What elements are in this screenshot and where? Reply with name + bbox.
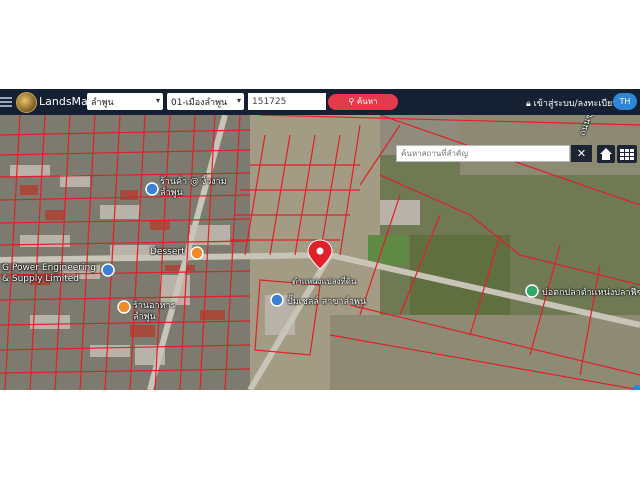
- menu-icon[interactable]: [0, 95, 12, 109]
- home-icon[interactable]: [597, 145, 615, 163]
- page-background: LandsMaps ลำพูน ▾ 01-เมืองลำพูน ▾ ⚲ ค้นห…: [0, 0, 640, 480]
- place-search-input[interactable]: [396, 145, 570, 162]
- lock-icon: 🔒︎: [526, 99, 531, 109]
- poi-label-dessert: Dessert: [150, 247, 185, 257]
- district-value: 01-เมืองลำพูน: [171, 98, 228, 108]
- login-label: เข้าสู่ระบบ/ลงทะเบียน: [533, 99, 619, 109]
- poi-label-restaurant: ร้านอาหาร ลำพูน: [133, 301, 176, 322]
- chevron-down-icon: ▾: [236, 96, 241, 105]
- search-icon: ⚲: [348, 97, 355, 106]
- layers-grid-icon[interactable]: [617, 145, 637, 163]
- landsmaps-logo: [16, 92, 37, 113]
- poi-label-shop: ร้านค้า @ งิ้วงาม ลำพูน: [160, 177, 227, 198]
- parcel-pin-label: ตำแหน่งแปลงที่ดิน: [292, 277, 357, 286]
- satellite-map[interactable]: ✕ ถนนซุปเปอร์ไฮเวย์ลำพูน ร้านค้า @ งิ้วง…: [0, 115, 640, 390]
- close-search-button[interactable]: ✕: [571, 145, 592, 162]
- landsmaps-app: LandsMaps ลำพูน ▾ 01-เมืองลำพูน ▾ ⚲ ค้นห…: [0, 89, 640, 390]
- poi-label-gas-station: ปั๊มเชลล์ สาขาลำพูน: [287, 297, 367, 307]
- search-button[interactable]: ⚲ ค้นหา: [328, 94, 398, 110]
- province-value: ลำพูน: [91, 98, 114, 108]
- poi-label-company: G Power Engineering & Supply Limited: [2, 263, 96, 284]
- side-panel-toggle[interactable]: [633, 385, 640, 390]
- language-toggle[interactable]: TH: [613, 93, 637, 110]
- top-navbar: LandsMaps ลำพูน ▾ 01-เมืองลำพูน ▾ ⚲ ค้นห…: [0, 89, 640, 115]
- province-select[interactable]: ลำพูน ▾: [87, 93, 163, 110]
- parcel-number-input[interactable]: [248, 93, 326, 110]
- login-link[interactable]: 🔒︎ เข้าสู่ระบบ/ลงทะเบียน: [526, 96, 618, 110]
- poi-label-fish-pond: บ่อตกปลาตำเเหน่งปลาฟีซ: [542, 288, 640, 298]
- district-select[interactable]: 01-เมืองลำพูน ▾: [167, 93, 244, 110]
- search-button-label: ค้นหา: [356, 97, 378, 106]
- chevron-down-icon: ▾: [155, 96, 160, 105]
